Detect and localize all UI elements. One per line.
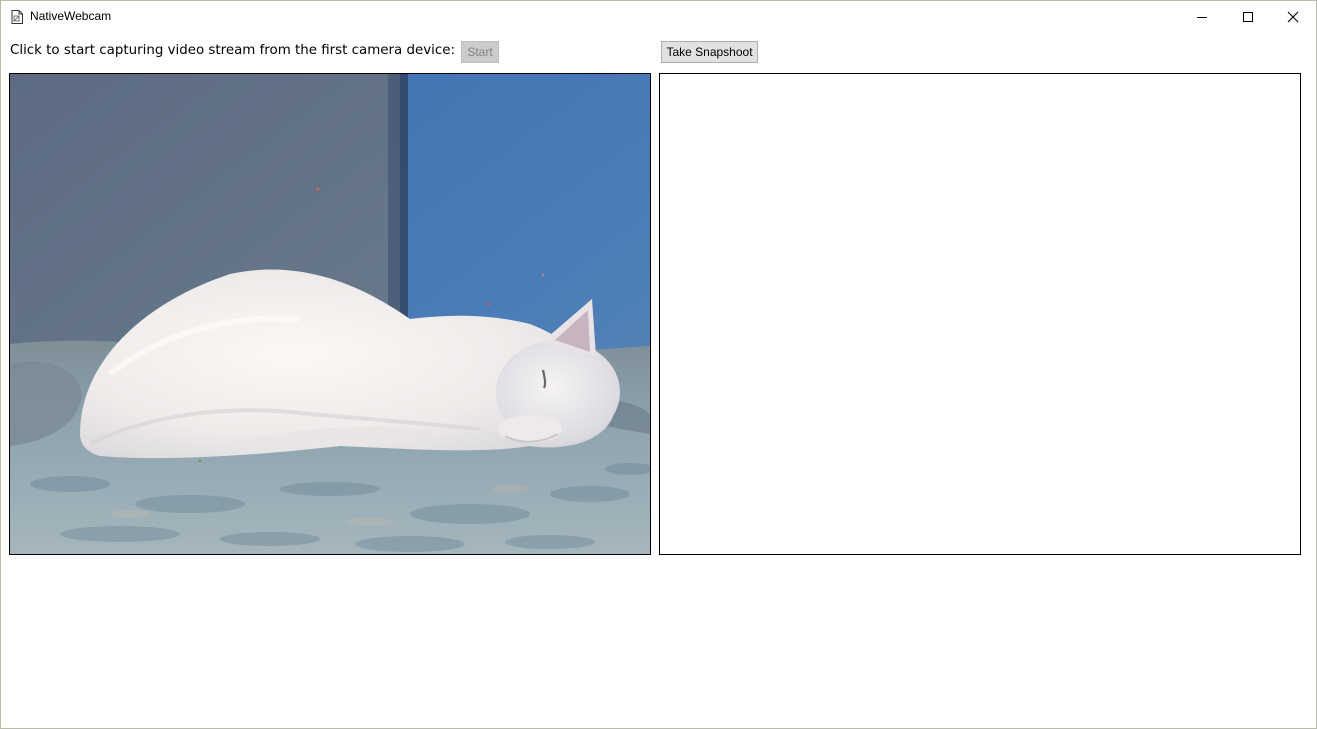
maximize-button[interactable] xyxy=(1225,1,1271,32)
start-prompt-label: Click to start capturing video stream fr… xyxy=(10,43,455,58)
take-snapshot-button[interactable]: Take Snapshoot xyxy=(661,41,758,63)
minimize-icon xyxy=(1197,16,1207,18)
close-icon xyxy=(1287,11,1299,22)
close-button[interactable] xyxy=(1270,1,1316,32)
document-icon xyxy=(11,9,23,24)
maximize-icon xyxy=(1243,11,1253,22)
app-window: NativeWebcam Click to start capturing vi… xyxy=(0,0,1317,729)
minimize-button[interactable] xyxy=(1179,1,1225,32)
webcam-frame-image xyxy=(10,74,650,554)
snapshot-preview xyxy=(659,73,1301,555)
title-bar[interactable]: NativeWebcam xyxy=(1,1,1316,32)
webcam-video-feed xyxy=(9,73,651,555)
start-button[interactable]: Start xyxy=(461,41,499,63)
window-title: NativeWebcam xyxy=(30,9,112,23)
